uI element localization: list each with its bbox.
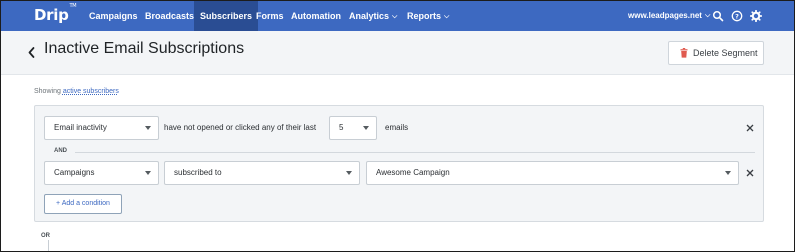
chevron-down-icon: ⌵ [444,13,450,20]
emails-suffix: emails [385,123,409,132]
account-switcher[interactable]: www.leadpages.net ⌵ [628,1,710,31]
and-separator: AND [45,147,755,157]
showing-prefix: Showing [34,88,61,95]
drip-logo[interactable]: DripTM [34,3,77,24]
nav-analytics[interactable]: Analytics ⌵ [349,1,397,31]
chevron-down-icon: ⌵ [704,12,711,19]
chevron-down-icon [145,126,151,130]
nav-analytics-label: Analytics [349,11,390,21]
and-divider-line [75,152,755,153]
nav-automation-label: Automation [291,11,341,21]
chevron-down-icon [145,171,151,175]
segment-conditions-panel: Email inactivity have not opened or clic… [34,105,764,222]
email-count-value: 5 [339,123,344,132]
logo-trademark: TM [69,3,77,9]
chevron-down-icon: ⌵ [392,13,398,20]
email-count-select[interactable]: 5 [329,116,377,140]
condition-type-value: Campaigns [54,168,95,177]
nav-campaigns-label: Campaigns [89,11,138,21]
back-arrow-icon[interactable] [27,46,36,59]
add-condition-button[interactable]: + Add a condition [44,194,122,214]
nav-subscribers-label: Subscribers [200,11,253,21]
condition-type-select[interactable]: Email inactivity [44,116,159,140]
nav-forms-label: Forms [256,11,284,21]
campaign-value: Awesome Campaign [376,168,450,177]
chevron-down-icon [363,126,369,130]
active-subscribers-link[interactable]: active subscribers [63,88,119,95]
relation-value: subscribed to [174,168,222,177]
nav-reports[interactable]: Reports ⌵ [407,1,449,31]
help-icon[interactable]: ? [731,10,743,22]
nav-broadcasts[interactable]: Broadcasts [145,1,194,31]
condition-type-value: Email inactivity [54,123,107,132]
page-title: Inactive Email Subscriptions [44,40,245,57]
trash-icon [680,48,688,58]
nav-automation[interactable]: Automation [291,1,341,31]
svg-text:?: ? [735,12,739,20]
and-label: AND [54,148,67,154]
account-name: www.leadpages.net [628,11,702,20]
campaign-select[interactable]: Awesome Campaign [366,161,739,185]
delete-segment-label: Delete Segment [693,48,758,58]
condition-type-select[interactable]: Campaigns [44,161,159,185]
nav-campaigns[interactable]: Campaigns [89,1,138,31]
or-connector-line [48,240,49,252]
nav-subscribers[interactable]: Subscribers [194,1,259,31]
chevron-down-icon [725,171,731,175]
nav-broadcasts-label: Broadcasts [145,11,195,21]
nav-forms[interactable]: Forms [256,1,284,31]
close-icon[interactable] [746,124,754,132]
delete-segment-button[interactable]: Delete Segment [668,41,764,65]
close-icon[interactable] [746,169,754,177]
top-navigation: DripTM Campaigns Broadcasts Subscribers … [1,1,794,31]
condition-description: have not opened or clicked any of their … [164,123,317,132]
gear-icon[interactable] [750,10,762,22]
nav-reports-label: Reports [407,11,442,21]
logo-text: Drip [34,6,69,24]
relation-select[interactable]: subscribed to [164,161,360,185]
search-icon[interactable] [712,10,724,22]
or-label: OR [41,233,50,239]
chevron-down-icon [346,171,352,175]
showing-text: Showing active subscribers [34,88,119,95]
